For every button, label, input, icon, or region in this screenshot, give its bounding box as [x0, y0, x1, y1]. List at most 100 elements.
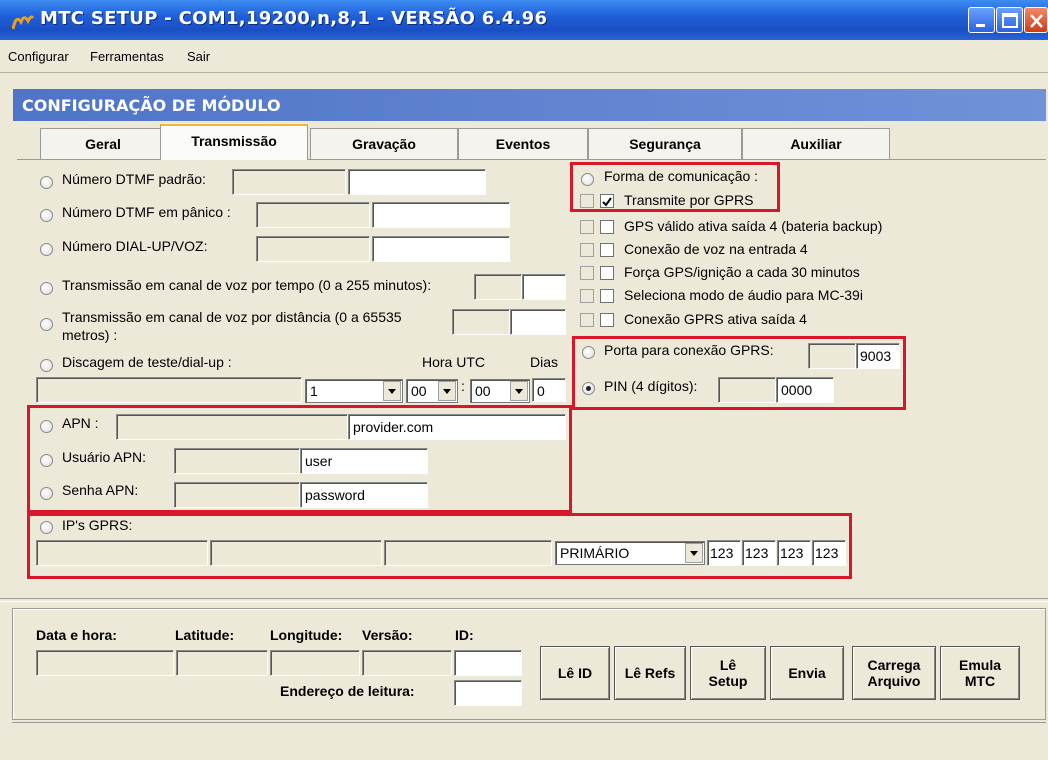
ip-field-3[interactable] [384, 540, 552, 566]
id-input[interactable] [454, 650, 522, 676]
check-gps-mask[interactable] [580, 220, 594, 234]
ip-field-1[interactable] [36, 540, 208, 566]
dtmf-padrao-prefix[interactable] [232, 169, 346, 195]
check-transmite-gprs-mask[interactable] [580, 194, 594, 208]
radio-dtmf-panico[interactable] [40, 209, 53, 222]
tab-eventos[interactable]: Eventos [458, 128, 588, 160]
app-logo-icon [12, 15, 34, 30]
radio-usuario-apn[interactable] [40, 454, 53, 467]
discagem-select[interactable]: 1 [305, 379, 403, 403]
le-refs-button[interactable]: Lê Refs [614, 646, 686, 700]
apn-input[interactable]: provider.com [348, 414, 566, 440]
close-button[interactable] [1024, 7, 1048, 33]
ip-octet-1[interactable]: 123 [707, 540, 741, 566]
label-longitude: Longitude: [270, 627, 343, 643]
ip-octet-2[interactable]: 123 [742, 540, 776, 566]
radio-canal-distancia[interactable] [40, 318, 53, 331]
check-conexao-voz[interactable] [600, 243, 614, 257]
tab-geral[interactable]: Geral [40, 128, 166, 160]
tab-transmissao[interactable]: Transmissão [160, 124, 308, 160]
minute-select[interactable]: 00 [470, 379, 530, 403]
radio-porta-gprs[interactable] [582, 346, 595, 359]
radio-forma-comunicacao[interactable] [581, 173, 594, 186]
label-porta-gprs: Porta para conexão GPRS: [604, 342, 774, 358]
ip-octet-4[interactable]: 123 [812, 540, 846, 566]
canal-distancia-prefix[interactable] [452, 309, 510, 335]
dtmf-panico-input[interactable] [372, 202, 510, 228]
chevron-down-icon[interactable] [685, 543, 703, 563]
label-dtmf-panico: Número DTMF em pânico : [62, 204, 231, 220]
radio-apn[interactable] [40, 420, 53, 433]
check-gprs-saida-mask[interactable] [580, 313, 594, 327]
radio-ips-gprs[interactable] [40, 521, 53, 534]
apn-prefix[interactable] [116, 414, 348, 440]
usuario-apn-input[interactable]: user [300, 448, 428, 474]
label-ips-gprs: IP's GPRS: [62, 517, 133, 533]
check-forca-mask[interactable] [580, 266, 594, 280]
label-canal-tempo: Transmissão em canal de voz por tempo (0… [62, 277, 432, 293]
dial-up-prefix[interactable] [256, 236, 370, 262]
menu-ferramentas[interactable]: Ferramentas [90, 49, 164, 64]
le-setup-button[interactable]: Lê Setup [690, 646, 766, 700]
porta-gprs-input[interactable]: 9003 [856, 343, 900, 369]
tab-auxiliar[interactable]: Auxiliar [742, 128, 890, 160]
status-bar [12, 722, 1046, 760]
tab-seguranca[interactable]: Segurança [588, 128, 742, 160]
emula-mtc-button[interactable]: Emula MTC [940, 646, 1020, 700]
check-gps-valido[interactable] [600, 220, 614, 234]
usuario-apn-prefix[interactable] [174, 448, 300, 474]
label-latitude: Latitude: [175, 627, 235, 643]
label-forca-gps: Força GPS/ignição a cada 30 minutos [624, 264, 860, 280]
radio-senha-apn[interactable] [40, 487, 53, 500]
check-transmite-gprs[interactable] [600, 194, 614, 208]
envia-button[interactable]: Envia [770, 646, 844, 700]
menu-configurar[interactable]: Configurar [8, 49, 69, 64]
radio-discagem[interactable] [40, 359, 53, 372]
endereco-leitura-input[interactable] [454, 680, 522, 706]
check-conexao-gprs-saida[interactable] [600, 313, 614, 327]
radio-dtmf-padrao[interactable] [40, 176, 53, 189]
check-voz-mask[interactable] [580, 243, 594, 257]
canal-distancia-input[interactable] [510, 309, 566, 335]
label-hora-utc: Hora UTC [422, 354, 486, 370]
check-audio-mask[interactable] [580, 289, 594, 303]
label-conexao-voz: Conexão de voz na entrada 4 [624, 241, 808, 257]
porta-gprs-prefix[interactable] [808, 343, 856, 369]
canal-tempo-input[interactable] [522, 274, 566, 300]
label-usuario-apn: Usuário APN: [62, 449, 147, 465]
le-id-button[interactable]: Lê ID [540, 646, 610, 700]
label-gps-valido: GPS válido ativa saída 4 (bateria backup… [624, 218, 883, 234]
label-transmite-gprs: Transmite por GPRS [624, 192, 754, 208]
maximize-button[interactable] [996, 7, 1023, 33]
ip-priority-select[interactable]: PRIMÁRIO [555, 541, 705, 565]
chevron-down-icon[interactable] [510, 381, 528, 401]
dtmf-padrao-input[interactable] [348, 169, 486, 195]
label-canal-distancia-1: Transmissão em canal de voz por distânci… [62, 309, 402, 325]
dias-input[interactable]: 0 [532, 378, 566, 402]
dial-up-input[interactable] [372, 236, 510, 262]
check-forca-gps[interactable] [600, 266, 614, 280]
minimize-button[interactable] [968, 7, 995, 33]
tab-gravacao[interactable]: Gravação [310, 128, 458, 160]
pin-input[interactable]: 0000 [776, 377, 834, 403]
senha-apn-input[interactable]: password [300, 482, 428, 508]
radio-pin[interactable] [582, 382, 595, 395]
pin-prefix[interactable] [718, 377, 776, 403]
senha-apn-prefix[interactable] [174, 482, 300, 508]
chevron-down-icon[interactable] [438, 381, 456, 401]
carrega-arquivo-button[interactable]: Carrega Arquivo [852, 646, 936, 700]
radio-dial-up[interactable] [40, 243, 53, 256]
canal-tempo-prefix[interactable] [474, 274, 522, 300]
chevron-down-icon[interactable] [383, 381, 401, 401]
label-forma-comunicacao: Forma de comunicação : [604, 168, 759, 184]
dtmf-panico-prefix[interactable] [256, 202, 370, 228]
ip-field-2[interactable] [210, 540, 382, 566]
radio-canal-tempo[interactable] [40, 282, 53, 295]
check-modo-audio[interactable] [600, 289, 614, 303]
menu-sair[interactable]: Sair [187, 49, 210, 64]
ip-octet-3[interactable]: 123 [777, 540, 811, 566]
hour-select[interactable]: 00 [406, 379, 458, 403]
discagem-number-field[interactable] [36, 377, 302, 403]
label-dias: Dias [530, 354, 559, 370]
label-apn: APN : [62, 415, 99, 431]
